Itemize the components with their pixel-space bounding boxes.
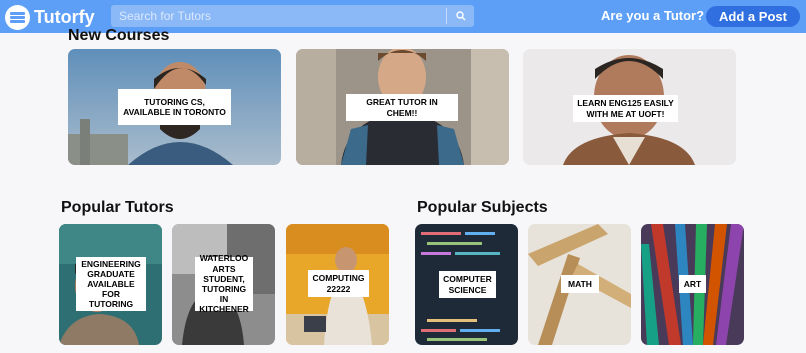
subject-card-art[interactable]: ART [641,224,744,345]
course-card-chem[interactable]: GREAT TUTOR IN CHEM!! [296,49,509,165]
course-card-label: GREAT TUTOR IN CHEM!! [346,94,458,121]
tutor-card-label: COMPUTING 22222 [308,270,369,297]
popular-subjects-title: Popular Subjects [417,199,548,216]
subject-card-label: COMPUTER SCIENCE [439,271,496,298]
subject-card-label: ART [679,275,706,293]
subject-card-math[interactable]: MATH [528,224,631,345]
tutor-card-engineering[interactable]: ENGINEERING GRADUATE AVAILABLE FOR TUTOR… [59,224,162,345]
tutor-card-label: WATERLOO ARTS STUDENT, TUTORING IN KITCH… [195,253,253,314]
search-icon [455,11,465,21]
popular-tutors-title: Popular Tutors [61,199,174,216]
new-courses-title: New Courses [68,27,170,44]
tutor-prompt-link[interactable]: Are you a Tutor? [601,8,704,23]
course-card-cs[interactable]: TUTORING CS, AVAILABLE IN TORONTO [68,49,281,165]
tutor-card-waterloo[interactable]: WATERLOO ARTS STUDENT, TUTORING IN KITCH… [172,224,275,345]
books-logo-icon [5,5,30,30]
course-card-label: TUTORING CS, AVAILABLE IN TORONTO [118,89,231,125]
search-bar [111,5,474,27]
tutor-card-label: ENGINEERING GRADUATE AVAILABLE FOR TUTOR… [76,257,146,311]
tutor-card-computing[interactable]: COMPUTING 22222 [286,224,389,345]
course-card-label: LEARN ENG125 EASILY WITH ME AT UOFT! [573,95,678,122]
add-post-button[interactable]: Add a Post [706,6,800,27]
subject-card-computer-science[interactable]: COMPUTER SCIENCE [415,224,518,345]
search-button[interactable] [447,5,474,27]
subject-card-label: MATH [561,275,599,293]
course-card-eng[interactable]: LEARN ENG125 EASILY WITH ME AT UOFT! [523,49,736,165]
search-input[interactable] [111,5,446,27]
